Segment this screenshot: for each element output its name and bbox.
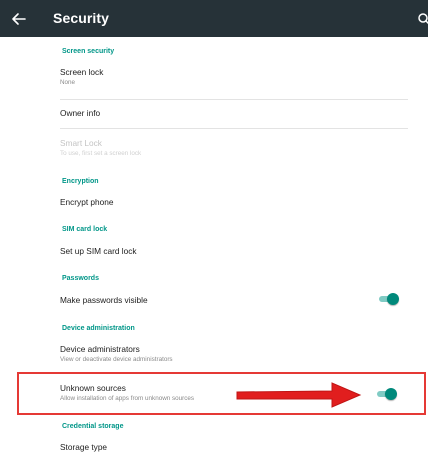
device-administrators-title: Device administrators	[60, 344, 140, 354]
sim-card-lock-title: Set up SIM card lock	[60, 246, 137, 256]
divider	[60, 128, 408, 129]
red-arrow-icon	[236, 382, 362, 408]
toggle-thumb	[385, 388, 397, 400]
owner-info-title: Owner info	[60, 108, 101, 118]
section-header-passwords: Passwords	[62, 275, 99, 282]
storage-type-item[interactable]: Storage type	[60, 442, 408, 452]
back-arrow-icon[interactable]	[9, 9, 29, 29]
make-passwords-visible-toggle[interactable]	[377, 293, 399, 305]
page-title: Security	[53, 10, 110, 26]
device-administrators-item[interactable]: Device administrators View or deactivate…	[60, 344, 408, 363]
screen-lock-item[interactable]: Screen lock None	[60, 67, 408, 86]
divider	[60, 99, 408, 100]
search-icon[interactable]	[417, 12, 428, 26]
sim-card-lock-item[interactable]: Set up SIM card lock	[60, 246, 408, 256]
owner-info-item[interactable]: Owner info	[60, 108, 408, 118]
encrypt-phone-item[interactable]: Encrypt phone	[60, 197, 408, 207]
make-passwords-visible-title: Make passwords visible	[60, 295, 148, 305]
smart-lock-summary: To use, first set a screen lock	[60, 150, 142, 157]
section-header-credential-storage: Credential storage	[62, 423, 124, 430]
section-header-encryption: Encryption	[62, 178, 99, 185]
section-header-sim-card-lock: SIM card lock	[62, 226, 108, 233]
section-header-device-administration: Device administration	[62, 325, 135, 332]
device-administrators-summary: View or deactivate device administrators	[60, 356, 173, 363]
make-passwords-visible-item[interactable]: Make passwords visible	[60, 295, 408, 305]
storage-type-title: Storage type	[60, 442, 108, 452]
unknown-sources-toggle[interactable]	[375, 388, 397, 400]
screen-lock-title: Screen lock	[60, 67, 104, 77]
smart-lock-title: Smart Lock	[60, 138, 102, 148]
section-header-screen-security: Screen security	[62, 48, 115, 55]
smart-lock-item: Smart Lock To use, first set a screen lo…	[60, 138, 408, 157]
toggle-thumb	[387, 293, 399, 305]
screen-lock-summary: None	[60, 79, 76, 86]
encrypt-phone-title: Encrypt phone	[60, 197, 114, 207]
app-bar: Security	[0, 0, 428, 37]
